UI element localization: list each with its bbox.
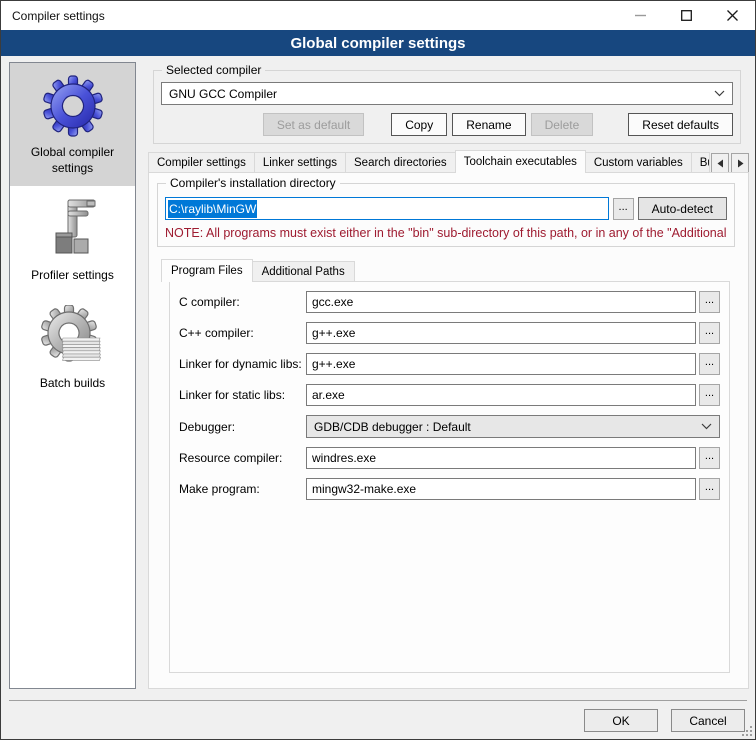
gray-gear-stack-icon	[41, 305, 105, 369]
installation-directory-input[interactable]: C:\raylib\MinGW	[165, 197, 609, 220]
selected-compiler-group: Selected compiler GNU GCC Compiler Set a…	[153, 70, 741, 144]
field-label: Make program:	[179, 482, 306, 496]
set-as-default-button: Set as default	[263, 113, 364, 136]
settings-category-list: Global compiler settings	[9, 62, 136, 689]
tab-custom-variables[interactable]: Custom variables	[585, 152, 692, 173]
close-button[interactable]	[709, 1, 755, 30]
debugger-row: Debugger: GDB/CDB debugger : Default	[179, 415, 720, 438]
field-label: C compiler:	[179, 295, 306, 309]
sidebar-item-profiler-settings[interactable]: Profiler settings	[10, 186, 135, 294]
reset-defaults-button[interactable]: Reset defaults	[628, 113, 733, 136]
selected-directory-text: C:\raylib\MinGW	[168, 200, 257, 218]
field-label: Linker for dynamic libs:	[179, 357, 306, 371]
ok-button[interactable]: OK	[584, 709, 658, 732]
cpp-compiler-input[interactable]	[306, 322, 696, 344]
static-linker-input[interactable]	[306, 384, 696, 406]
resource-compiler-row: Resource compiler: ...	[179, 447, 720, 469]
sidebar-item-label: Global compiler settings	[12, 145, 133, 176]
sidebar-item-label: Batch builds	[12, 376, 133, 392]
program-files-panel: C compiler: ... C++ compiler: ... Linker…	[169, 281, 730, 673]
tab-linker-settings[interactable]: Linker settings	[254, 152, 346, 173]
installation-directory-row: C:\raylib\MinGW ... Auto-detect	[165, 197, 727, 220]
window-controls	[617, 1, 755, 30]
minimize-icon	[635, 10, 646, 21]
tab-scroll-left-button[interactable]	[711, 153, 729, 173]
rename-button[interactable]: Rename	[452, 113, 525, 136]
make-program-row: Make program: ...	[179, 478, 720, 500]
note-text: NOTE: All programs must exist either in …	[165, 226, 732, 240]
minimize-button[interactable]	[617, 1, 663, 30]
cancel-button[interactable]: Cancel	[671, 709, 745, 732]
static-linker-row: Linker for static libs: ...	[179, 384, 720, 406]
sidebar-item-label: Profiler settings	[12, 268, 133, 284]
arrow-left-icon	[717, 159, 724, 168]
page-title: Global compiler settings	[1, 30, 755, 56]
sidebar-item-global-compiler-settings[interactable]: Global compiler settings	[10, 63, 135, 186]
static-linker-browse-button[interactable]: ...	[699, 384, 720, 406]
blue-gear-icon	[41, 74, 105, 138]
auto-detect-button[interactable]: Auto-detect	[638, 197, 727, 220]
resource-compiler-input[interactable]	[306, 447, 696, 469]
field-label: Linker for static libs:	[179, 388, 306, 402]
toolchain-subtabs: Program Files Additional Paths	[161, 259, 354, 282]
dynamic-linker-browse-button[interactable]: ...	[699, 353, 720, 375]
chevron-down-icon	[701, 423, 712, 430]
cpp-compiler-browse-button[interactable]: ...	[699, 322, 720, 344]
titlebar: Compiler settings	[1, 1, 755, 30]
c-compiler-browse-button[interactable]: ...	[699, 291, 720, 313]
group-label: Selected compiler	[162, 63, 265, 77]
tab-scroll-right-button[interactable]	[731, 153, 749, 173]
sidebar-item-batch-builds[interactable]: Batch builds	[10, 294, 135, 402]
tab-scroll-buttons	[709, 153, 749, 173]
compiler-select-value: GNU GCC Compiler	[169, 87, 714, 101]
subtab-program-files[interactable]: Program Files	[161, 259, 253, 282]
group-label: Compiler's installation directory	[166, 176, 340, 190]
compiler-settings-dialog: Compiler settings Global compiler settin…	[0, 0, 756, 740]
close-icon	[727, 10, 738, 21]
delete-button: Delete	[531, 113, 594, 136]
resource-compiler-browse-button[interactable]: ...	[699, 447, 720, 469]
footer-divider	[9, 700, 747, 701]
toolchain-executables-panel: Compiler's installation directory C:\ray…	[148, 172, 749, 689]
tab-build-options-clipped[interactable]: Build	[691, 152, 710, 173]
window-title: Compiler settings	[1, 9, 105, 23]
maximize-button[interactable]	[663, 1, 709, 30]
field-label: C++ compiler:	[179, 326, 306, 340]
dynamic-linker-input[interactable]	[306, 353, 696, 375]
c-compiler-input[interactable]	[306, 291, 696, 313]
debugger-select-value: GDB/CDB debugger : Default	[314, 420, 701, 434]
copy-button[interactable]: Copy	[391, 113, 447, 136]
installation-directory-group: Compiler's installation directory C:\ray…	[157, 183, 735, 247]
field-label: Resource compiler:	[179, 451, 306, 465]
compiler-buttons-row: Set as default Copy Rename Delete Reset …	[161, 113, 733, 136]
footer-buttons: OK Cancel	[584, 709, 745, 732]
field-label: Debugger:	[179, 420, 306, 434]
resize-grip[interactable]	[740, 724, 753, 737]
make-program-browse-button[interactable]: ...	[699, 478, 720, 500]
settings-tabs: Compiler settings Linker settings Search…	[148, 150, 749, 173]
compiler-select[interactable]: GNU GCC Compiler	[161, 82, 733, 105]
subtab-additional-paths[interactable]: Additional Paths	[252, 261, 355, 282]
c-compiler-row: C compiler: ...	[179, 291, 720, 313]
cpp-compiler-row: C++ compiler: ...	[179, 322, 720, 344]
arrow-right-icon	[737, 159, 744, 168]
tab-toolchain-executables[interactable]: Toolchain executables	[455, 150, 586, 173]
tab-compiler-settings[interactable]: Compiler settings	[148, 152, 255, 173]
directory-browse-button[interactable]: ...	[613, 198, 634, 220]
tab-search-directories[interactable]: Search directories	[345, 152, 456, 173]
maximize-icon	[681, 10, 692, 21]
caliper-icon	[41, 197, 105, 261]
chevron-down-icon	[714, 90, 725, 97]
make-program-input[interactable]	[306, 478, 696, 500]
debugger-select[interactable]: GDB/CDB debugger : Default	[306, 415, 720, 438]
dynamic-linker-row: Linker for dynamic libs: ...	[179, 353, 720, 375]
